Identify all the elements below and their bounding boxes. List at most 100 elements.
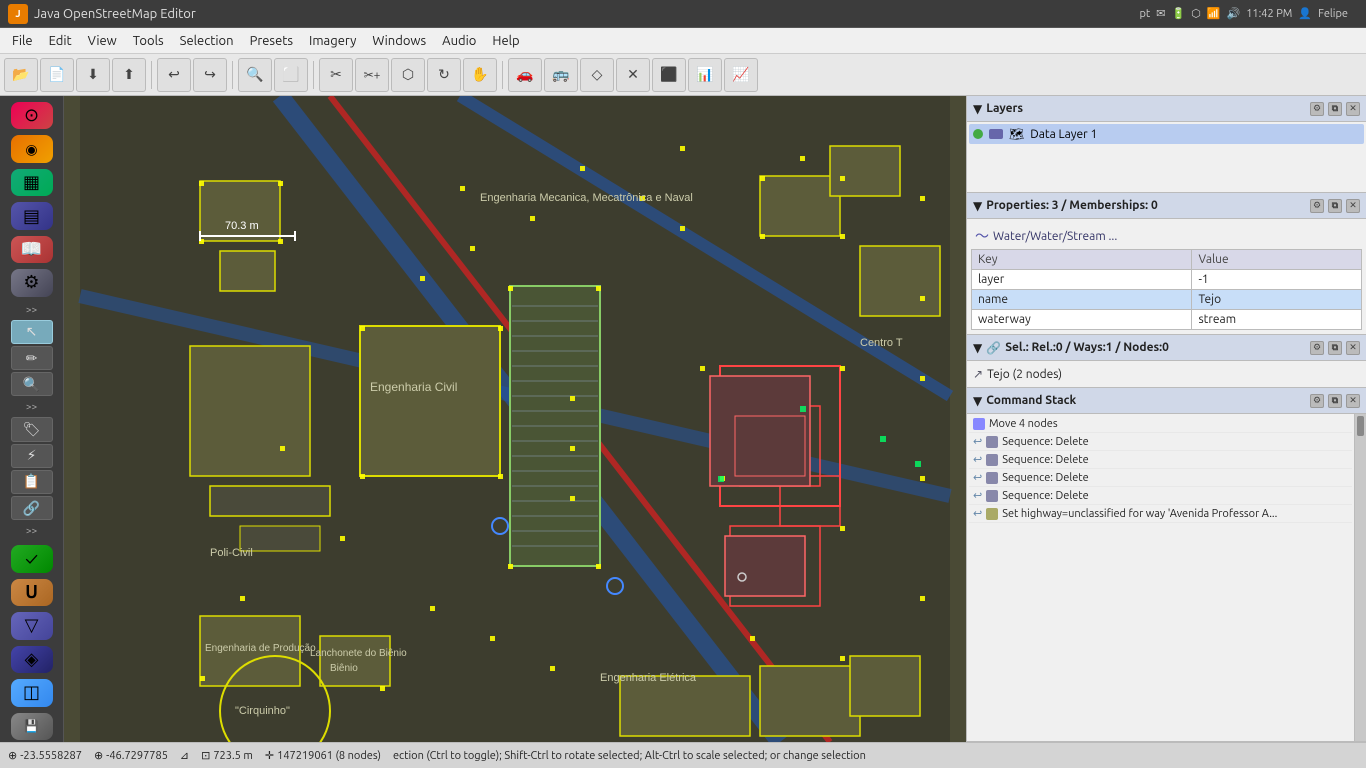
dropbox-launcher[interactable]: ◫ xyxy=(11,679,53,706)
relation-tool[interactable]: 🔗 xyxy=(11,496,53,520)
new-button[interactable]: 📄 xyxy=(40,58,74,92)
menu-help[interactable]: Help xyxy=(484,32,527,50)
hand-button[interactable]: ✋ xyxy=(463,58,497,92)
toolbar: 📂 📄 ⬇ ⬆ ↩ ↪ 🔍 ⬜ ✂ ✂+ ⬡ ↻ ✋ 🚗 🚌 ◇ ✕ ⬛ 📊 📈 xyxy=(0,54,1366,96)
merge-button[interactable]: ⬡ xyxy=(391,58,425,92)
upload-button[interactable]: ⬆ xyxy=(112,58,146,92)
prop-row-layer[interactable]: layer -1 xyxy=(972,270,1362,290)
properties-detach-btn[interactable]: ⧉ xyxy=(1328,199,1342,213)
cmd-seq-icon-1 xyxy=(986,436,998,448)
selection-detach-btn[interactable]: ⧉ xyxy=(1328,341,1342,355)
command-collapse-icon[interactable]: ▼ xyxy=(973,394,982,408)
zoom-button[interactable]: 🔍 xyxy=(238,58,272,92)
settings-launcher[interactable]: ⚙ xyxy=(11,269,53,296)
pencil-tool[interactable]: ✏ xyxy=(11,346,53,370)
relation-button[interactable]: 📊 xyxy=(688,58,722,92)
u-launcher[interactable]: U xyxy=(11,579,53,606)
command-settings-btn[interactable]: ⚙ xyxy=(1310,394,1324,408)
water-icon: 〜 xyxy=(975,226,989,246)
redo-button[interactable]: ↪ xyxy=(193,58,227,92)
tag-tool[interactable]: 🏷 xyxy=(11,417,53,441)
cmd-seq-delete-1[interactable]: ↩ Sequence: Delete xyxy=(969,433,1352,451)
cmd-move-nodes[interactable]: Move 4 nodes xyxy=(969,416,1352,433)
map-canvas[interactable]: Engenharia Mecanica, Mecatrônica e Naval… xyxy=(64,96,966,742)
layers-collapse-icon[interactable]: ▼ xyxy=(973,102,982,116)
layer-item[interactable]: 🗺 Data Layer 1 xyxy=(969,124,1364,144)
firefox-launcher[interactable]: ◉ xyxy=(11,135,53,162)
cmd-seq-delete-3[interactable]: ↩ Sequence: Delete xyxy=(969,469,1352,487)
svg-text:70.3 m: 70.3 m xyxy=(225,220,259,232)
menu-imagery[interactable]: Imagery xyxy=(301,32,364,50)
command-scrollbar[interactable] xyxy=(1354,414,1366,741)
download-button[interactable]: ⬇ xyxy=(76,58,110,92)
status-hint: ection (Ctrl to toggle); Shift-Ctrl to r… xyxy=(393,750,1358,762)
prop-row-waterway[interactable]: waterway stream xyxy=(972,310,1362,330)
chart-button[interactable]: 📈 xyxy=(724,58,758,92)
cmd-seq-delete-2[interactable]: ↩ Sequence: Delete xyxy=(969,451,1352,469)
menu-selection[interactable]: Selection xyxy=(172,32,242,50)
system-tray: pt ✉ 🔋 ⬡ 📶 🔊 11:42 PM 👤 Felipe xyxy=(1139,7,1348,20)
spreadsheet-launcher[interactable]: ▦ xyxy=(11,169,53,196)
selection-close-btn[interactable]: ✕ xyxy=(1346,341,1360,355)
command-close-btn[interactable]: ✕ xyxy=(1346,394,1360,408)
selection-icon: 🔗 xyxy=(986,341,1001,355)
menu-view[interactable]: View xyxy=(80,32,125,50)
command-detach-btn[interactable]: ⧉ xyxy=(1328,394,1342,408)
selection-panel-header: ▼ 🔗 Sel.: Rel.:0 / Ways:1 / Nodes:0 ⚙ ⧉ … xyxy=(967,335,1366,361)
node-button[interactable]: ◇ xyxy=(580,58,614,92)
ebook-launcher[interactable]: 📖 xyxy=(11,236,53,263)
more-tools-bottom[interactable]: >> xyxy=(11,522,53,539)
drive-launcher[interactable]: 💾 xyxy=(11,713,53,740)
zoom-rect-button[interactable]: ⬜ xyxy=(274,58,308,92)
menu-file[interactable]: File xyxy=(4,32,41,50)
history-tool[interactable]: 📋 xyxy=(11,470,53,494)
layers-settings-btn[interactable]: ⚙ xyxy=(1310,102,1324,116)
delete-button[interactable]: ✕ xyxy=(616,58,650,92)
texteditor-launcher[interactable]: ▤ xyxy=(11,202,53,229)
more-tools[interactable]: >> xyxy=(11,398,53,415)
cmd-arrow-icon-5: ↩ xyxy=(973,507,982,520)
funnel-launcher[interactable]: ▽ xyxy=(11,612,53,639)
properties-panel: ▼ Properties: 3 / Memberships: 0 ⚙ ⧉ ✕ 〜… xyxy=(967,193,1366,335)
lat-display: ⊕ -23.5558287 xyxy=(8,749,82,762)
way-button[interactable]: ⬛ xyxy=(652,58,686,92)
menu-edit[interactable]: Edit xyxy=(41,32,80,50)
app-icon: J xyxy=(8,4,28,24)
key-name: name xyxy=(972,290,1192,310)
rotate-button[interactable]: ↻ xyxy=(427,58,461,92)
cmd-set-highway[interactable]: ↩ Set highway=unclassified for way 'Aven… xyxy=(969,505,1352,523)
conflict-tool[interactable]: ⚡ xyxy=(11,444,53,468)
selection-item[interactable]: ↗ Tejo (2 nodes) xyxy=(973,365,1360,383)
undo-button[interactable]: ↩ xyxy=(157,58,191,92)
menu-audio[interactable]: Audio xyxy=(434,32,484,50)
val-layer: -1 xyxy=(1192,270,1362,290)
menu-presets[interactable]: Presets xyxy=(242,32,301,50)
select-tool[interactable]: ↖ xyxy=(11,320,53,344)
prop-row-name[interactable]: name Tejo xyxy=(972,290,1362,310)
cut-button[interactable]: ✂ xyxy=(319,58,353,92)
statusbar: ⊕ -23.5558287 ⊕ -46.7297785 ⊿ ⊡ 723.5 m … xyxy=(0,742,1366,768)
right-panel: ▼ Layers ⚙ ⧉ ✕ 🗺 Data Layer 1 ▼ xyxy=(966,96,1366,742)
menu-windows[interactable]: Windows xyxy=(364,32,434,50)
more-apps-top[interactable]: >> xyxy=(11,301,53,318)
layers-detach-btn[interactable]: ⧉ xyxy=(1328,102,1342,116)
split-button[interactable]: ✂+ xyxy=(355,58,389,92)
bus-button[interactable]: 🚌 xyxy=(544,58,578,92)
keyboard-indicator: pt xyxy=(1139,8,1150,20)
blue-launcher[interactable]: ◈ xyxy=(11,646,53,673)
left-sidebar: ⊙ ◉ ▦ ▤ 📖 ⚙ >> ↖ ✏ 🔍 >> 🏷 ⚡ 📋 🔗 >> ✓ U ▽… xyxy=(0,96,64,742)
selection-collapse-icon[interactable]: ▼ xyxy=(973,341,982,355)
selection-panel: ▼ 🔗 Sel.: Rel.:0 / Ways:1 / Nodes:0 ⚙ ⧉ … xyxy=(967,335,1366,388)
properties-close-btn[interactable]: ✕ xyxy=(1346,199,1360,213)
open-button[interactable]: 📂 xyxy=(4,58,38,92)
zoom-tool[interactable]: 🔍 xyxy=(11,372,53,396)
properties-collapse-icon[interactable]: ▼ xyxy=(973,199,982,213)
selection-settings-btn[interactable]: ⚙ xyxy=(1310,341,1324,355)
properties-settings-btn[interactable]: ⚙ xyxy=(1310,199,1324,213)
menu-tools[interactable]: Tools xyxy=(125,32,172,50)
check-launcher[interactable]: ✓ xyxy=(11,545,53,572)
ubuntu-launcher[interactable]: ⊙ xyxy=(11,102,53,129)
layers-close-btn[interactable]: ✕ xyxy=(1346,102,1360,116)
car-button[interactable]: 🚗 xyxy=(508,58,542,92)
cmd-seq-delete-4[interactable]: ↩ Sequence: Delete xyxy=(969,487,1352,505)
